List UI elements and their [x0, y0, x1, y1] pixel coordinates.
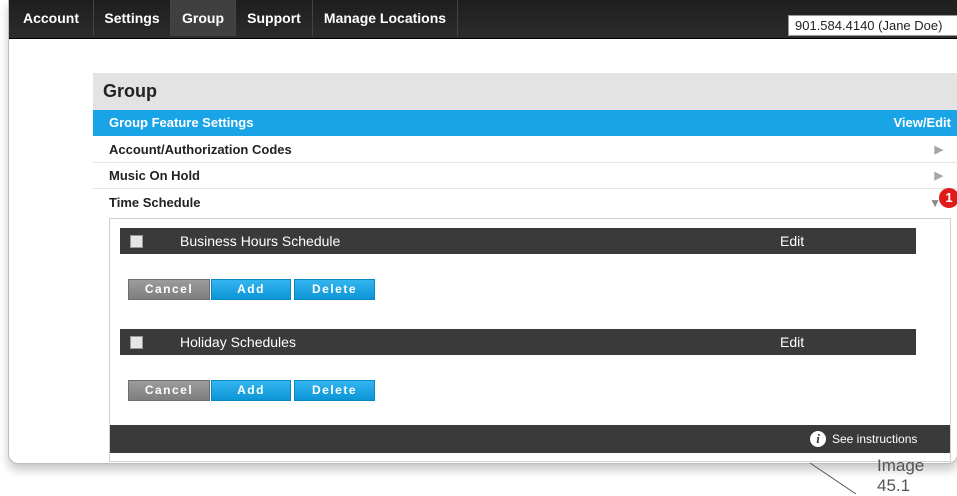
time-schedule-panel: Business Hours Schedule Edit Cancel Add … [109, 218, 951, 462]
image-caption: Image 45.1 [877, 456, 925, 495]
schedule-bar-business-hours: Business Hours Schedule Edit [120, 228, 916, 254]
app-window: Account Settings Group Support Manage Lo… [8, 0, 957, 464]
schedule-checkbox[interactable] [130, 235, 143, 248]
schedule-checkbox[interactable] [130, 336, 143, 349]
tab-settings[interactable]: Settings [94, 0, 170, 36]
triangle-right-icon[interactable]: ▶ [935, 137, 943, 163]
add-button[interactable]: Add [211, 380, 291, 401]
delete-button[interactable]: Delete [294, 380, 375, 401]
tab-divider [457, 0, 458, 36]
see-instructions-link[interactable]: See instructions [832, 425, 917, 453]
list-item-account-authorization-codes[interactable]: Account/Authorization Codes ▶ [93, 137, 957, 163]
section-header: Group [93, 73, 957, 110]
tab-manage-locations[interactable]: Manage Locations [313, 0, 457, 36]
tab-account[interactable]: Account [9, 0, 93, 36]
list-item-label: Music On Hold [109, 168, 200, 183]
group-feature-settings-label: Group Feature Settings [109, 115, 254, 130]
schedule-bar-holiday: Holiday Schedules Edit [120, 329, 916, 355]
edit-link[interactable]: Edit [780, 228, 804, 254]
account-selector[interactable]: 901.584.4140 (Jane Doe) [788, 15, 957, 36]
top-navigation: Account Settings Group Support Manage Lo… [9, 0, 957, 39]
info-icon[interactable]: i [810, 431, 826, 447]
list-item-label: Account/Authorization Codes [109, 142, 292, 157]
schedule-name: Business Hours Schedule [180, 233, 341, 249]
cancel-button[interactable]: Cancel [128, 380, 210, 401]
delete-button[interactable]: Delete [294, 279, 375, 300]
triangle-right-icon[interactable]: ▶ [935, 163, 943, 189]
tab-group[interactable]: Group [171, 0, 235, 36]
panel-footer: i See instructions [110, 425, 950, 453]
list-item-label: Time Schedule [109, 195, 201, 210]
view-edit-link[interactable]: View/Edit [893, 110, 951, 136]
edit-link[interactable]: Edit [780, 329, 804, 355]
cancel-button[interactable]: Cancel [128, 279, 210, 300]
group-feature-settings-row: Group Feature Settings View/Edit [93, 110, 957, 136]
list-item-time-schedule[interactable]: Time Schedule ▼ 1 [93, 188, 957, 216]
list-item-music-on-hold[interactable]: Music On Hold ▶ [93, 163, 957, 189]
tab-support[interactable]: Support [236, 0, 312, 36]
add-button[interactable]: Add [211, 279, 291, 300]
schedule-name: Holiday Schedules [180, 334, 296, 350]
page-title: Group [103, 81, 157, 101]
notification-badge: 1 [939, 188, 957, 208]
